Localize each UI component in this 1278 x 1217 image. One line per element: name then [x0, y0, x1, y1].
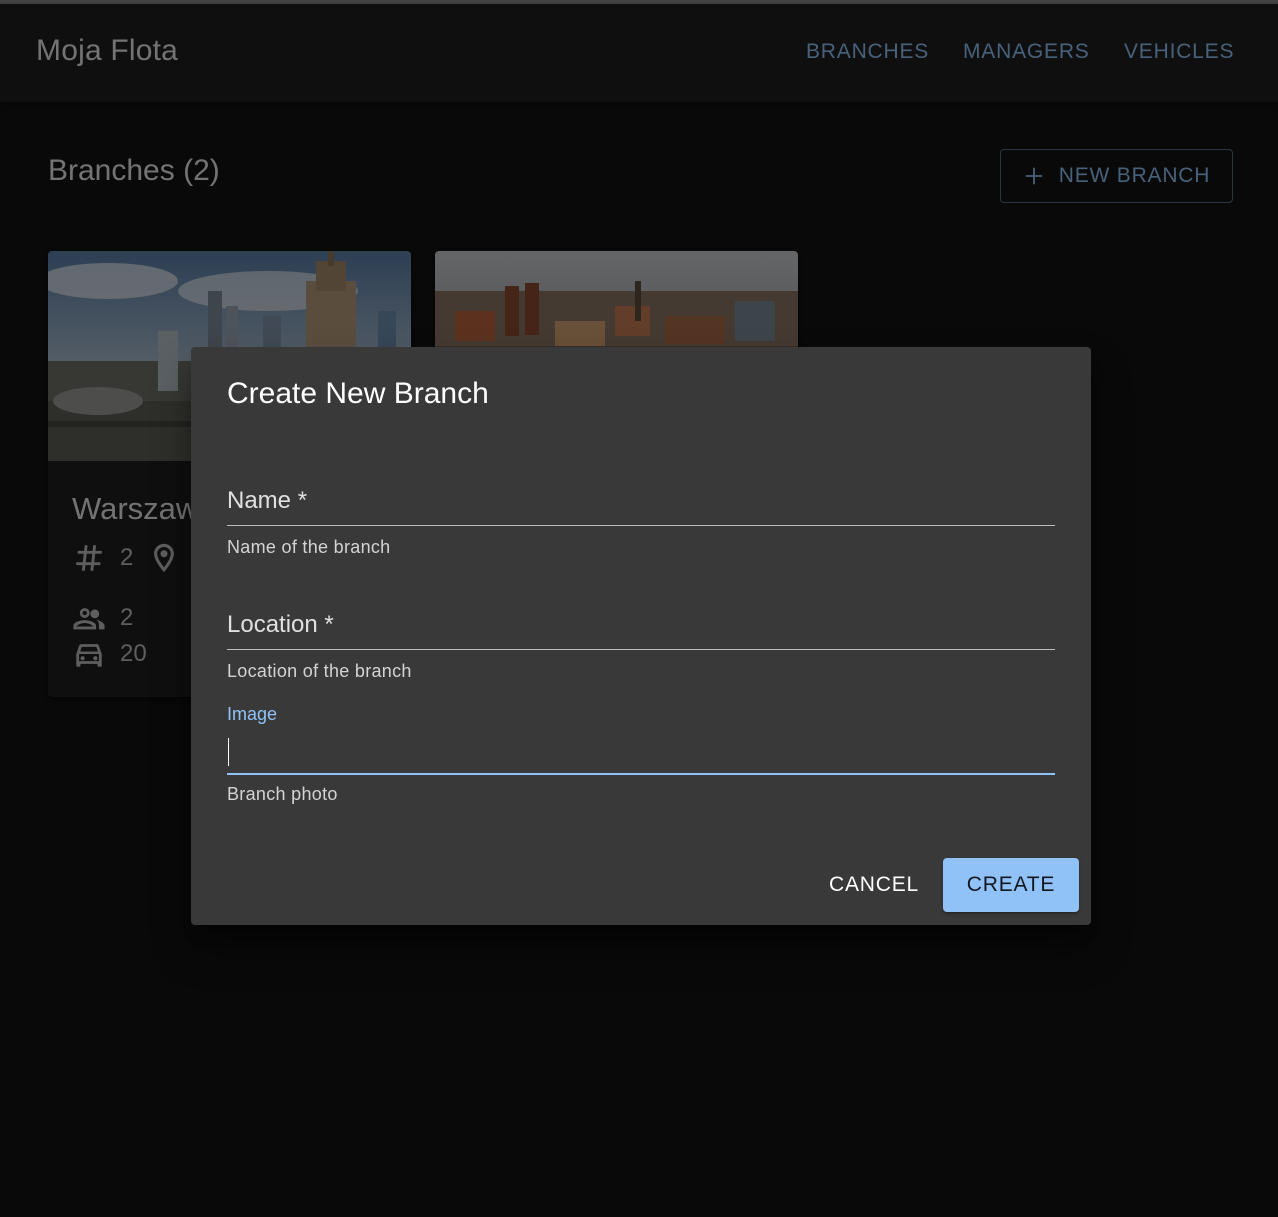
create-branch-dialog: Create New Branch Name * Name of the bra… — [191, 347, 1091, 925]
location-input[interactable] — [227, 611, 1055, 647]
text-cursor — [228, 738, 229, 766]
cancel-button[interactable]: CANCEL — [818, 858, 930, 912]
image-field[interactable]: Image Branch photo — [227, 704, 1055, 814]
location-field-helper: Location of the branch — [227, 661, 412, 681]
name-field[interactable]: Name * Name of the branch — [227, 487, 1055, 567]
location-field-underline — [227, 649, 1055, 650]
name-field-underline — [227, 525, 1055, 526]
image-field-label: Image — [227, 704, 278, 724]
image-input[interactable] — [227, 734, 1055, 770]
location-field[interactable]: Location * Location of the branch — [227, 611, 1055, 691]
name-input[interactable] — [227, 487, 1055, 523]
image-field-underline — [227, 773, 1055, 775]
dialog-title: Create New Branch — [227, 377, 489, 410]
name-field-helper: Name of the branch — [227, 537, 391, 557]
create-button[interactable]: CREATE — [943, 858, 1079, 912]
image-field-helper: Branch photo — [227, 784, 338, 804]
